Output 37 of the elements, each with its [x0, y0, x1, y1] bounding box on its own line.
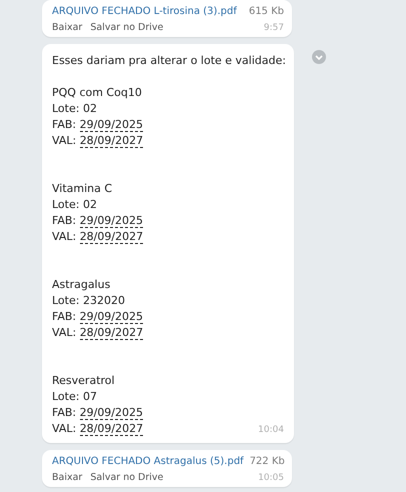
fab-label: FAB: — [52, 310, 76, 323]
fab-label: FAB: — [52, 406, 76, 419]
val-label: VAL: — [52, 422, 76, 435]
fab-label: FAB: — [52, 118, 76, 131]
message-time: 10:04 — [258, 424, 284, 437]
file-size: 722 Kb — [250, 456, 285, 467]
download-link[interactable]: Baixar — [52, 472, 82, 483]
fab-label: FAB: — [52, 214, 76, 227]
date-link[interactable]: 29/09/2025 — [80, 214, 144, 228]
batch-text: Lote: 02 — [52, 197, 98, 213]
save-drive-link[interactable]: Salvar no Drive — [90, 22, 164, 33]
save-drive-link[interactable]: Salvar no Drive — [90, 472, 164, 483]
date-link[interactable]: 28/09/2027 — [80, 230, 144, 244]
file-size: 615 Kb — [248, 6, 284, 17]
batch-text: Lote: 07 — [52, 389, 98, 405]
val-label: VAL: — [52, 326, 76, 339]
date-link[interactable]: 29/09/2025 — [80, 118, 144, 132]
file-name[interactable]: ARQUIVO FECHADO L-tirosina (3).pdf — [52, 6, 237, 17]
product-name: Resveratrol — [52, 373, 116, 389]
chevron-down-icon[interactable] — [312, 50, 326, 64]
date-link[interactable]: 29/09/2025 — [80, 406, 144, 420]
val-label: VAL: — [52, 134, 76, 147]
download-link[interactable]: Baixar — [52, 22, 82, 33]
batch-text: Lote: 232020 — [52, 293, 126, 309]
product-name: PQQ com Coq10 — [52, 85, 143, 101]
message-text: Esses dariam pra alterar o lote e validade: — [52, 53, 286, 69]
date-link[interactable]: 29/09/2025 — [80, 310, 144, 324]
date-link[interactable]: 28/09/2027 — [80, 422, 144, 436]
batch-text: Lote: 02 — [52, 101, 98, 117]
message-time: 9:57 — [264, 23, 284, 33]
product-name: Astragalus — [52, 277, 112, 293]
message-time: 10:05 — [258, 473, 284, 483]
date-link[interactable]: 28/09/2027 — [80, 326, 144, 340]
product-name: Vitamina C — [52, 181, 114, 197]
val-label: VAL: — [52, 230, 76, 243]
date-link[interactable]: 28/09/2027 — [80, 134, 144, 148]
file-name[interactable]: ARQUIVO FECHADO Astragalus (5).pdf — [52, 456, 244, 467]
